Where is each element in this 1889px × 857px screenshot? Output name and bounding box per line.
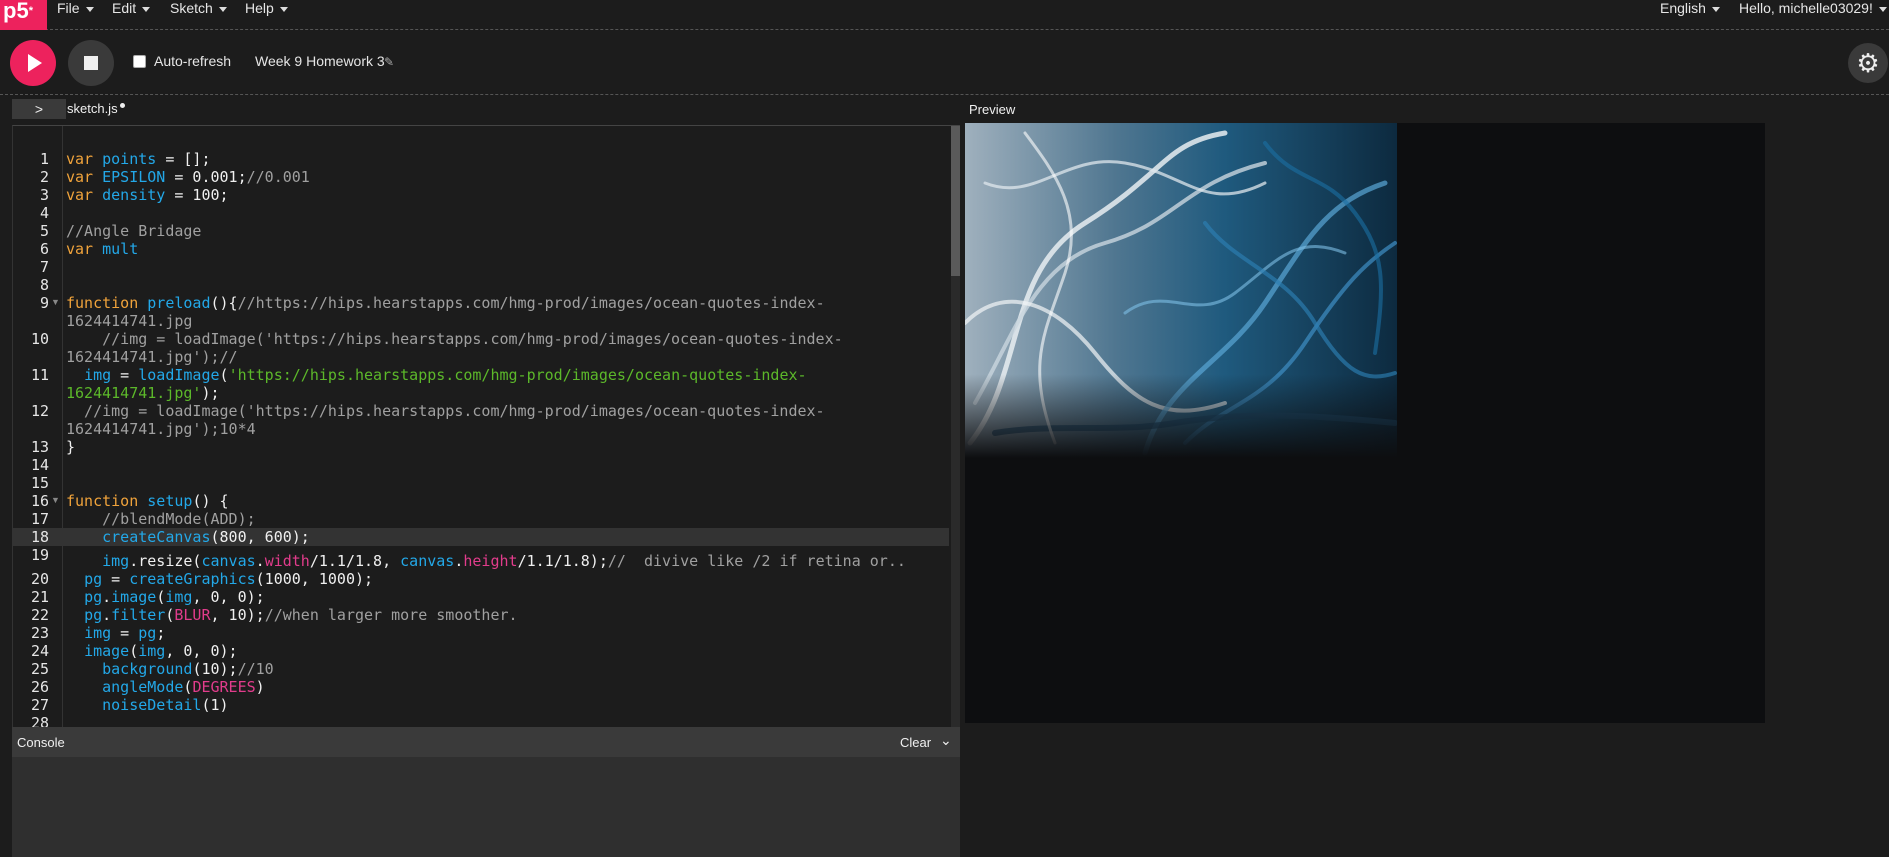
line-number: 16 <box>30 492 49 510</box>
play-button[interactable] <box>10 40 56 86</box>
user-menu[interactable]: Hello, michelle03029! <box>1739 0 1887 18</box>
caret-down-icon <box>1878 6 1887 12</box>
menu-sketch[interactable]: Sketch <box>170 0 227 18</box>
code-line[interactable]: function preload(){//https://hips.hearst… <box>66 294 825 312</box>
pencil-icon[interactable]: ✎ <box>384 55 394 69</box>
console-output[interactable] <box>12 757 960 857</box>
line-number: 5 <box>39 222 49 240</box>
line-number: 25 <box>30 660 49 678</box>
console-header: Console Clear ⌄ <box>12 727 960 757</box>
fold-arrow-icon[interactable]: ▼ <box>51 495 60 505</box>
code-line[interactable]: //img = loadImage('https://hips.hearstap… <box>66 402 825 420</box>
code-line[interactable]: //Angle Bridage <box>66 222 201 240</box>
top-nav: p5* File Edit Sketch Help English Hello,… <box>0 0 1889 30</box>
chevron-right-icon: > <box>34 101 44 117</box>
settings-button[interactable]: ⚙ <box>1848 43 1888 83</box>
stop-icon <box>84 56 98 70</box>
line-number: 15 <box>30 474 49 492</box>
code-line[interactable]: var points = []; <box>66 150 211 168</box>
line-number: 22 <box>30 606 49 624</box>
sidebar-toggle-button[interactable]: > <box>12 99 66 119</box>
code-line[interactable]: image(img, 0, 0); <box>66 642 238 660</box>
line-number: 18 <box>30 528 49 546</box>
code-line[interactable]: noiseDetail(1) <box>66 696 228 714</box>
play-icon <box>28 54 42 72</box>
code-line[interactable]: var mult <box>66 240 138 258</box>
chevron-down-icon[interactable]: ⌄ <box>940 732 952 749</box>
line-number: 12 <box>30 402 49 420</box>
line-number: 28 <box>30 714 49 727</box>
code-line[interactable]: 1624414741.jpg'); <box>66 384 220 402</box>
code-line[interactable]: pg.filter(BLUR, 10);//when larger more s… <box>66 606 518 624</box>
file-tab[interactable]: sketch.js <box>67 101 118 116</box>
code-line[interactable]: background(10);//10 <box>66 660 274 678</box>
line-number: 9 <box>39 294 49 312</box>
menu-file[interactable]: File <box>57 0 94 18</box>
gear-icon: ⚙ <box>1856 48 1880 78</box>
editor-scrollbar-thumb[interactable] <box>951 126 960 276</box>
code-line[interactable]: var EPSILON = 0.001;//0.001 <box>66 168 310 186</box>
line-number: 8 <box>39 276 49 294</box>
code-line[interactable]: 1624414741.jpg');10*4 <box>66 420 256 438</box>
sketch-output-image <box>965 123 1397 458</box>
code-line[interactable]: img = pg; <box>66 624 165 642</box>
line-number: 23 <box>30 624 49 642</box>
line-number: 1 <box>39 150 49 168</box>
code-line[interactable]: img.resize(canvas.width/1.1/1.8, canvas.… <box>66 552 906 570</box>
code-line[interactable]: //img = loadImage('https://hips.hearstap… <box>66 330 843 348</box>
caret-down-icon <box>1711 6 1720 12</box>
line-number: 20 <box>30 570 49 588</box>
line-number: 27 <box>30 696 49 714</box>
caret-down-icon <box>85 6 94 12</box>
code-line[interactable]: pg = createGraphics(1000, 1000); <box>66 570 373 588</box>
code-line[interactable]: 1624414741.jpg');// <box>66 348 238 366</box>
console-title: Console <box>17 735 65 750</box>
line-number: 11 <box>30 366 49 384</box>
caret-down-icon <box>279 6 288 12</box>
line-number: 3 <box>39 186 49 204</box>
code-line[interactable]: } <box>66 438 75 456</box>
fold-arrow-icon[interactable]: ▼ <box>51 297 60 307</box>
line-number: 6 <box>39 240 49 258</box>
preview-label: Preview <box>969 102 1016 117</box>
unsaved-indicator <box>120 103 125 108</box>
language-menu[interactable]: English <box>1660 0 1720 18</box>
menu-edit[interactable]: Edit <box>112 0 151 18</box>
code-line[interactable]: 1624414741.jpg <box>66 312 192 330</box>
code-line[interactable]: var density = 100; <box>66 186 229 204</box>
code-line[interactable]: angleMode(DEGREES) <box>66 678 265 696</box>
caret-down-icon <box>218 6 227 12</box>
preview-frame[interactable] <box>965 123 1765 723</box>
line-number: 19 <box>30 546 49 564</box>
line-number: 14 <box>30 456 49 474</box>
line-number: 13 <box>30 438 49 456</box>
auto-refresh-checkbox[interactable] <box>133 55 146 68</box>
stop-button[interactable] <box>68 40 114 86</box>
caret-down-icon <box>142 6 151 12</box>
toolbar: Auto-refresh Week 9 Homework 3 ✎ ⚙ <box>0 30 1889 95</box>
code-line[interactable]: function setup() { <box>66 492 229 510</box>
code-editor[interactable]: 1 2 3 4 5 6 7 8 9 ▼ 10 11 12 13 14 15 16… <box>12 125 960 727</box>
auto-refresh-label: Auto-refresh <box>154 53 232 69</box>
code-line[interactable]: img = loadImage('https://hips.hearstapps… <box>66 366 806 384</box>
line-number: 17 <box>30 510 49 528</box>
line-number: 2 <box>39 168 49 186</box>
line-number: 21 <box>30 588 49 606</box>
code-line[interactable]: createCanvas(800, 600); <box>66 528 310 546</box>
console-clear-button[interactable]: Clear <box>900 735 931 750</box>
code-line[interactable]: //blendMode(ADD); <box>66 510 256 528</box>
line-number: 26 <box>30 678 49 696</box>
code-line[interactable]: pg.image(img, 0, 0); <box>66 588 265 606</box>
line-number: 7 <box>39 258 49 276</box>
line-number: 10 <box>30 330 49 348</box>
menu-help[interactable]: Help <box>245 0 288 18</box>
project-name[interactable]: Week 9 Homework 3 <box>255 53 385 69</box>
line-number: 24 <box>30 642 49 660</box>
p5-logo[interactable]: p5* <box>0 0 47 30</box>
line-number: 4 <box>39 204 49 222</box>
